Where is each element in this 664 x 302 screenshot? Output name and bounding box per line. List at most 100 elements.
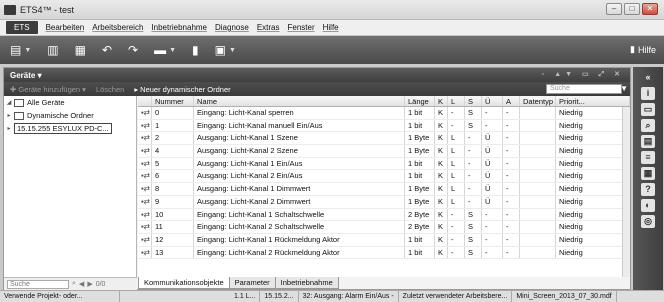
cell-num: 9 — [152, 195, 194, 208]
col-u-header[interactable]: Ü — [482, 96, 503, 106]
help-icon[interactable]: ? — [641, 183, 655, 196]
table-row[interactable]: ▪⇄ 8 Ausgang: Licht-Kanal 1 Dimmwert 1 Byte… — [138, 183, 630, 196]
group-object-icon: ▪⇄ — [138, 119, 152, 132]
col-icon-header[interactable] — [138, 96, 152, 106]
col-priority-header[interactable]: Priorit... — [556, 96, 630, 106]
settings-icon[interactable]: ◎ — [641, 215, 655, 228]
cell-name: Ausgang: Licht-Kanal 2 Dimmwert — [194, 195, 405, 208]
tree-item-all-devices[interactable]: ◢ Alle Geräte — [4, 96, 136, 109]
cell-dt — [520, 208, 556, 221]
list-icon[interactable]: ≡ — [641, 151, 655, 164]
search-icon[interactable]: ⌕ — [641, 119, 655, 132]
cell-l: L — [448, 157, 465, 170]
expand-icon[interactable]: ▸ — [4, 112, 14, 119]
panel-title[interactable]: Geräte ▾ — [10, 71, 42, 80]
panel-search-input[interactable]: Suche — [546, 84, 622, 94]
col-datatype-header[interactable]: Datentyp — [520, 96, 556, 106]
table-row[interactable]: ▪⇄ 2 Ausgang: Licht-Kanal 1 Szene 1 Byte K L -… — [138, 132, 630, 146]
table-row[interactable]: ▪⇄ 6 Ausgang: Licht-Kanal 2 Ein/Aus 1 bit K L… — [138, 170, 630, 184]
add-devices-button[interactable]: ✚ Geräte hinzufügen ▾ — [10, 85, 86, 94]
cell-name: Eingang: Licht-Kanal 2 Schaltschwelle — [194, 221, 405, 233]
menu-diagnose[interactable]: Diagnose — [215, 23, 249, 32]
tab-commissioning[interactable]: Inbetriebnahme — [274, 277, 339, 289]
status-mode-select[interactable]: Verwende Projekt- oder... — [0, 291, 120, 302]
cell-dt — [520, 233, 556, 246]
menu-extras[interactable]: Extras — [257, 23, 280, 32]
table-row[interactable]: ▪⇄ 9 Ausgang: Licht-Kanal 2 Dimmwert 1 Byte… — [138, 195, 630, 209]
status-device: 15.15.2... — [260, 291, 299, 302]
col-number-header[interactable]: Nummer — [152, 96, 194, 106]
cell-pr: Niedrig — [556, 246, 630, 259]
col-s-header[interactable]: S — [465, 96, 482, 106]
info-icon[interactable]: i — [641, 87, 655, 100]
cell-len: 1 bit — [405, 107, 435, 119]
tab-communication-objects[interactable]: Kommunikationsobjekte — [138, 277, 230, 289]
redo-button[interactable]: ↷ — [128, 43, 138, 57]
print-button[interactable]: ▦ — [75, 43, 86, 57]
workspace-button[interactable]: ▬ ▼ — [154, 43, 176, 57]
panel-window-icons[interactable]: ▫ ▲▼ ▭ ⤢ ✕ — [542, 70, 624, 79]
expand-icon[interactable]: ▸ — [4, 125, 14, 132]
cell-len: 1 Byte — [405, 132, 435, 145]
tree-search-input[interactable]: Suche — [7, 279, 69, 289]
vertical-scrollbar[interactable] — [622, 107, 630, 277]
cell-num: 0 — [152, 107, 194, 119]
menu-ets[interactable]: ETS — [6, 21, 38, 34]
tab-parameter[interactable]: Parameter — [228, 277, 276, 289]
delete-button[interactable]: Löschen — [96, 85, 124, 94]
reports-button[interactable]: ▣ ▼ — [215, 43, 236, 57]
catalog-button[interactable]: ▮ — [192, 43, 199, 57]
status-database: Mini_Screen_2013_07_30.mdf — [512, 291, 617, 302]
table-row[interactable]: ▪⇄ 4 Ausgang: Licht-Kanal 2 Szene 1 Byte K L -… — [138, 145, 630, 158]
table-row[interactable]: ▪⇄ 0 Eingang: Licht-Kanal sperren 1 bit K - S -… — [138, 107, 630, 120]
cell-l: - — [448, 208, 465, 221]
close-project-button[interactable]: ▥ — [47, 43, 58, 57]
filter-icon[interactable]: ▼ — [620, 84, 628, 93]
new-dynamic-folder-button[interactable]: ▸ Neuer dynamischer Ordner — [134, 85, 230, 94]
table-row[interactable]: ▪⇄ 11 Eingang: Licht-Kanal 2 Schaltschwell… — [138, 221, 630, 234]
tree-item-dynamic-folders[interactable]: ▸ Dynamische Ordner — [4, 109, 136, 122]
undo-icon: ↶ — [101, 43, 113, 57]
table-row[interactable]: ▪⇄ 13 Eingang: Licht-Kanal 2 Rückmeldung A… — [138, 246, 630, 260]
title-bar: ETS4™ - test – □ ✕ — [0, 0, 664, 20]
cell-name: Eingang: Licht-Kanal 1 Schaltschwelle — [194, 208, 405, 221]
undo-button[interactable]: ↶ — [102, 43, 112, 57]
col-length-header[interactable]: Länge — [405, 96, 435, 106]
menu-fenster[interactable]: Fenster — [287, 23, 314, 32]
table-row[interactable]: ▪⇄ 12 Eingang: Licht-Kanal 1 Rückmeldung A… — [138, 233, 630, 247]
col-a-header[interactable]: A — [503, 96, 520, 106]
detail-tabs: Kommunikationsobjekte Parameter Inbetrie… — [138, 277, 339, 289]
new-project-button[interactable]: ▤ ▼ — [10, 43, 31, 57]
maximize-button[interactable]: □ — [624, 3, 640, 15]
col-k-header[interactable]: K — [435, 96, 448, 106]
cell-l: L — [448, 132, 465, 145]
minimize-button[interactable]: – — [606, 3, 622, 15]
help-button[interactable]: ▮ Hilfe — [630, 44, 656, 55]
close-button[interactable]: ✕ — [642, 3, 658, 15]
cell-a: - — [503, 208, 520, 221]
search-icon[interactable]: ⌕ — [72, 280, 76, 288]
collapse-side-icon[interactable]: « — [641, 71, 655, 84]
book-icon: ▮ — [192, 43, 199, 57]
cell-a: - — [503, 170, 520, 183]
cell-pr: Niedrig — [556, 145, 630, 157]
collapse-icon[interactable]: ◢ — [4, 99, 14, 106]
table-icon[interactable]: ▦ — [641, 167, 655, 180]
diagnose-icon[interactable]: ◐ — [641, 199, 655, 212]
table-row[interactable]: ▪⇄ 5 Ausgang: Licht-Kanal 1 Ein/Aus 1 bit K L… — [138, 157, 630, 171]
cell-a: - — [503, 107, 520, 119]
folder-icon[interactable]: ▭ — [641, 103, 655, 116]
table-row[interactable]: ▪⇄ 10 Eingang: Licht-Kanal 1 Schaltschwell… — [138, 208, 630, 222]
tree-item-device[interactable]: ▸ 15.15.255 ESYLUX PD-C... — [4, 122, 136, 135]
chevron-down-icon: ▼ — [228, 46, 236, 54]
prev-arrow-icon[interactable]: ◀ — [79, 280, 84, 288]
table-row[interactable]: ▪⇄ 1 Eingang: Licht-Kanal manuell Ein/Aus 1… — [138, 119, 630, 133]
menu-arbeitsbereich[interactable]: Arbeitsbereich — [92, 23, 143, 32]
next-arrow-icon[interactable]: ▶ — [87, 280, 92, 288]
col-l-header[interactable]: L — [448, 96, 465, 106]
catalog-icon[interactable]: ▤ — [641, 135, 655, 148]
col-name-header[interactable]: Name — [194, 96, 405, 106]
menu-bearbeiten[interactable]: Bearbeiten — [46, 23, 85, 32]
menu-inbetriebnahme[interactable]: Inbetriebnahme — [151, 23, 207, 32]
menu-hilfe[interactable]: Hilfe — [323, 23, 339, 32]
